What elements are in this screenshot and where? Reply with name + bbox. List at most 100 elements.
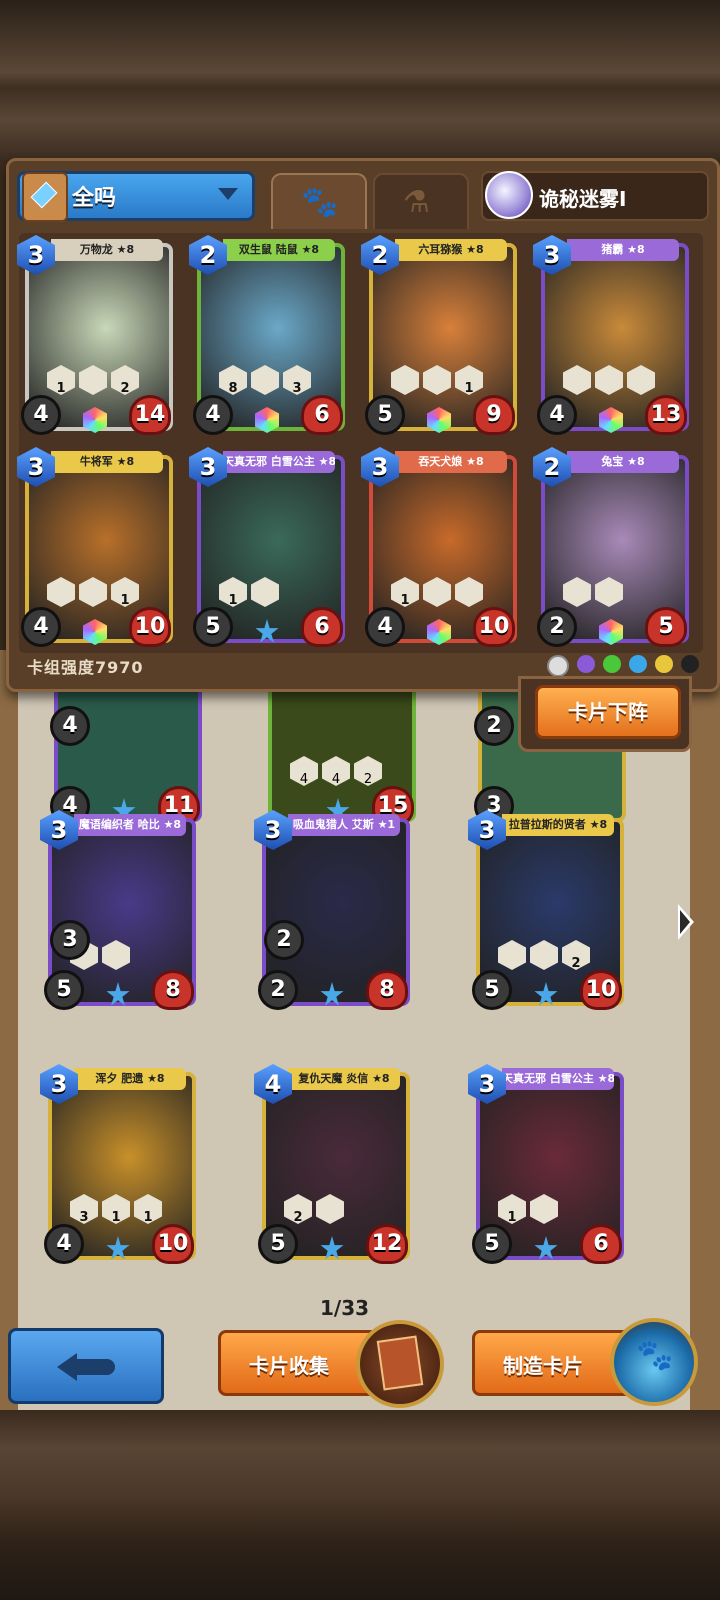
atk-value: 5 [44,970,84,1010]
skill-slot [423,577,451,607]
card-name: 浑夕 肥遗 ★8 [74,1068,186,1090]
blue-faction-icon [629,655,647,673]
skill-row: 4 4 2 [290,756,382,786]
card[interactable]: 兔宝 ★8 2 2 5 [533,447,689,647]
skill-slot: 1 [455,365,483,395]
skill-slot: 1 [102,1194,130,1224]
skill-slot [423,365,451,395]
atk-value: 5 [365,395,405,435]
hp-value: 6 [301,607,343,647]
atk-value: 4 [21,607,61,647]
card[interactable]: 吸血鬼猎人 艾斯 ★1 3 2 2 8 [254,810,410,1010]
skill-row: 2 [284,1194,344,1224]
skill-row: 2 [498,940,590,970]
card-name: 猪霸 ★8 [567,239,679,261]
deck-power-label: 卡组强度7970 [27,658,144,677]
skill-slot [316,1194,344,1224]
skill-slot [47,577,75,607]
next-page-arrow-icon[interactable] [678,904,694,940]
skill-slot: 1 [134,1194,162,1224]
deck-element-icons [547,655,699,677]
hp-value: 6 [580,1224,622,1264]
skill-slot [251,365,279,395]
card[interactable]: 猪霸 ★8 3 4 13 [533,235,689,435]
card[interactable]: 复仇天魔 炎信 ★8 4 2 5 12 [254,1064,410,1264]
mode-name: 诡秘迷雾I [539,187,627,211]
atk-value: 4 [21,395,61,435]
card-name: 复仇天魔 炎信 ★8 [288,1068,400,1090]
skill-row: 1 [498,1194,558,1224]
card-remove-button[interactable]: 卡片下阵 [535,685,681,739]
skill-slot [595,365,623,395]
skill-slot: 2 [111,365,139,395]
card[interactable]: 双生鼠 陆鼠 ★8 2 8 3 4 6 [189,235,345,435]
tab-potion[interactable]: ⚗ [373,173,469,229]
potion-icon: ⚗ [403,185,430,220]
skill-slot [251,577,279,607]
card-name: 拉普拉斯的贤者 ★8 [502,814,614,836]
atk-value: 2 [474,706,514,746]
hp-value: 10 [473,607,515,647]
mode-selector[interactable]: 诡秘迷雾I [481,171,709,221]
card[interactable]: 六耳猕猴 ★8 2 1 5 9 [361,235,517,435]
skill-slot [391,365,419,395]
card-name: 六耳猕猴 ★8 [395,239,507,261]
card[interactable]: 吞天犬娘 ★8 3 1 4 10 [361,447,517,647]
skill-row: 1 [391,365,483,395]
skill-slot: 1 [498,1194,526,1224]
atk-value: 5 [258,1224,298,1264]
skill-slot [627,365,655,395]
skill-slot [595,577,623,607]
skill-slot [102,940,130,970]
down-button-panel: 卡片下阵 [518,676,692,752]
hp-value: 13 [645,395,687,435]
skill-slot [563,577,591,607]
skill-slot: 2 [562,940,590,970]
card[interactable]: 天真无邪 白雪公主 ★8 3 1 5 6 [189,447,345,647]
atk-value: 2 [258,970,298,1010]
skill-row: 1 [47,577,139,607]
skill-row: 12 [47,365,139,395]
card-name: 兔宝 ★8 [567,451,679,473]
extra-value: 3 [50,920,90,960]
deck-filter-dropdown[interactable]: 全吗 [17,171,255,222]
green-faction-icon [603,655,621,673]
hp-value: 8 [366,970,408,1010]
paw-icon: 🐾 [301,185,339,220]
skill-slot: 1 [219,577,247,607]
atk-value: 2 [537,607,577,647]
skill-row: 83 [219,365,311,395]
purple-faction-icon [577,655,595,673]
atk-value: 5 [472,970,512,1010]
card[interactable]: 拉普拉斯的贤者 ★8 3 2 5 10 [468,810,624,1010]
tab-paw[interactable]: 🐾 [271,173,367,229]
skill-slot: 3 [70,1194,98,1224]
skill-slot: 8 [219,365,247,395]
card[interactable]: 牛将军 ★8 3 1 4 10 [17,447,173,647]
skill-slot: 1 [391,577,419,607]
hp-value: 10 [580,970,622,1010]
skill-row: 311 [70,1194,162,1224]
card-name: 天真无邪 白雪公主 ★8 [502,1068,614,1090]
hp-value: 5 [645,607,687,647]
skill-slot: 2 [354,756,382,786]
card[interactable]: 浑夕 肥遗 ★8 3 3 1 1 4 10 [40,1064,196,1264]
dark-faction-icon [681,655,699,673]
atk-value: 5 [193,607,233,647]
card-collection-badge-icon[interactable] [356,1320,444,1408]
skill-slot: 2 [284,1194,312,1224]
mist-avatar-icon [485,171,533,219]
card-name: 双生鼠 陆鼠 ★8 [223,239,335,261]
paw-jar-icon[interactable]: 🐾 [610,1318,698,1406]
card[interactable]: 魔语编织者 哈比 ★8 3 3 5 8 [40,810,196,1010]
hp-value: 10 [152,1224,194,1264]
bottom-wood-background [0,1410,720,1600]
skill-slot [563,365,591,395]
filter-label: 全吗 [72,186,117,211]
card[interactable]: 万物龙 ★8 3 1 2 4 14 [17,235,173,435]
hp-value: 9 [473,395,515,435]
skill-slot: 3 [283,365,311,395]
card[interactable]: 天真无邪 白雪公主 ★8 3 1 5 6 [468,1064,624,1264]
back-button[interactable] [8,1328,164,1404]
skill-slot: 4 [290,756,318,786]
